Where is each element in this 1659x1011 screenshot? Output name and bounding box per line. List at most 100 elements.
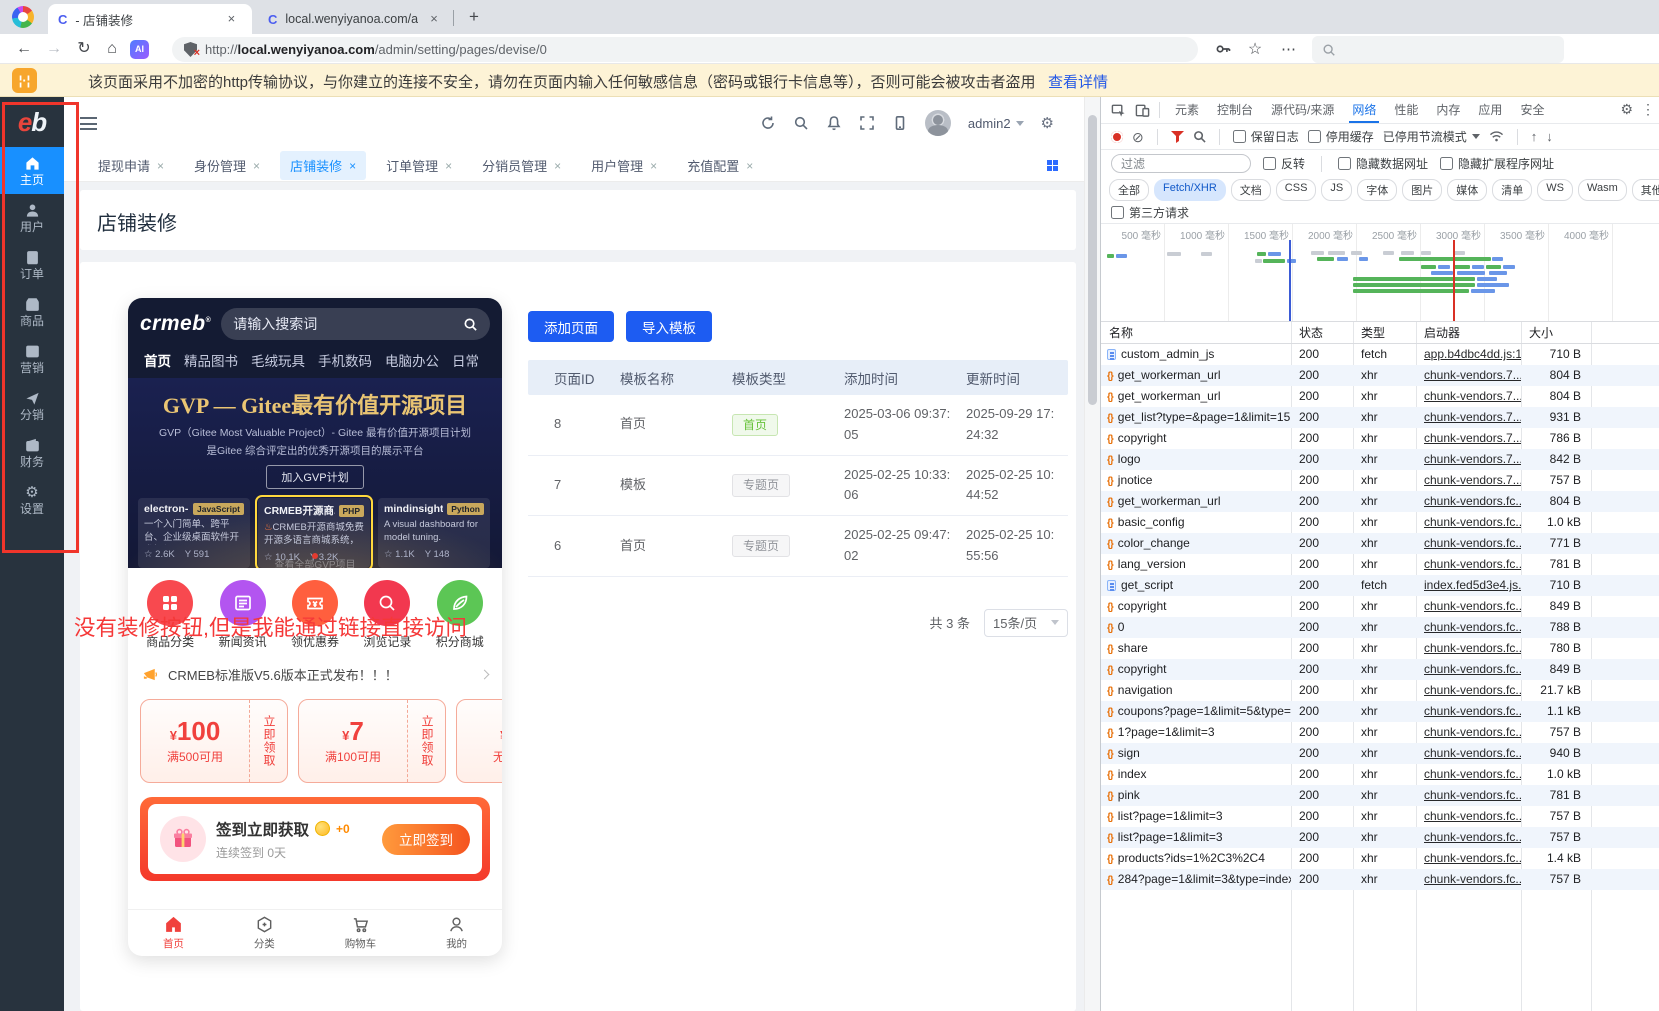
request-initiator[interactable]: chunk-vendors.7...	[1416, 428, 1521, 449]
close-tab-icon[interactable]	[445, 158, 452, 173]
nav-item[interactable]: 手机数码	[318, 350, 372, 370]
network-request-row[interactable]: copyright 200 xhr chunk-vendors.7... 786…	[1101, 428, 1659, 449]
network-request-row[interactable]: basic_config 200 xhr chunk-vendors.fc...…	[1101, 512, 1659, 533]
network-request-row[interactable]: 1?page=1&limit=3 200 xhr chunk-vendors.f…	[1101, 722, 1659, 743]
filter-chip[interactable]: 文档	[1230, 178, 1271, 201]
nav-item[interactable]: 日常	[452, 350, 479, 370]
filter-chip[interactable]: 清单	[1492, 178, 1533, 201]
close-tab-icon[interactable]	[554, 158, 561, 173]
close-tab-icon[interactable]	[253, 158, 260, 173]
network-request-row[interactable]: logo 200 xhr chunk-vendors.7... 842 B	[1101, 449, 1659, 470]
tabbar-home[interactable]: 首页	[163, 915, 184, 951]
nav-item[interactable]: 毛绒玩具	[251, 350, 305, 370]
network-request-row[interactable]: get_list?type=&page=1&limit=15 200 xhr c…	[1101, 407, 1659, 428]
close-tab-icon[interactable]	[349, 158, 356, 173]
filter-chip[interactable]: 字体	[1357, 178, 1398, 201]
more-menu-icon[interactable]: ⋯	[1278, 38, 1300, 60]
insecure-shield-icon[interactable]	[184, 42, 200, 59]
request-initiator[interactable]: chunk-vendors.7...	[1416, 386, 1521, 407]
request-initiator[interactable]: chunk-vendors.fc...	[1416, 869, 1521, 890]
network-request-row[interactable]: get_workerman_url 200 xhr chunk-vendors.…	[1101, 365, 1659, 386]
join-gvp-button[interactable]: 加入GVP计划	[266, 465, 364, 489]
network-request-row[interactable]: list?page=1&limit=3 200 xhr chunk-vendor…	[1101, 827, 1659, 848]
workspace-tab[interactable]: 店铺装修	[280, 150, 367, 180]
devtools-tab[interactable]: 安全	[1511, 97, 1553, 123]
network-request-row[interactable]: list?page=1&limit=3 200 xhr chunk-vendor…	[1101, 806, 1659, 827]
inspect-element-icon[interactable]	[1107, 100, 1129, 120]
request-initiator[interactable]: chunk-vendors.fc...	[1416, 827, 1521, 848]
close-tab-icon[interactable]	[650, 158, 657, 173]
network-request-row[interactable]: products?ids=1%2C3%2C4 200 xhr chunk-ven…	[1101, 848, 1659, 869]
device-toolbar-icon[interactable]	[1131, 100, 1153, 120]
import-template-button[interactable]: 导入模板	[626, 311, 712, 342]
devtools-tab[interactable]: 网络	[1343, 97, 1385, 123]
password-key-icon[interactable]	[1212, 38, 1234, 60]
request-initiator[interactable]: chunk-vendors.fc...	[1416, 743, 1521, 764]
devtools-tab[interactable]: 源代码/来源	[1262, 97, 1343, 123]
nav-item[interactable]: 首页	[144, 350, 171, 370]
request-initiator[interactable]: chunk-vendors.fc...	[1416, 701, 1521, 722]
tab-options-grid-icon[interactable]	[1047, 160, 1058, 171]
search-icon[interactable]	[793, 115, 809, 131]
request-initiator[interactable]: chunk-vendors.fc...	[1416, 617, 1521, 638]
workspace-tab[interactable]: 提现申请	[88, 151, 174, 180]
notice-bar[interactable]: CRMEB标准版V5.6版本正式发布！！！	[128, 656, 502, 691]
workspace-tab[interactable]: 订单管理	[376, 151, 462, 180]
request-initiator[interactable]: index.fed5d3e4.js...	[1416, 575, 1521, 596]
network-request-row[interactable]: jnotice 200 xhr chunk-vendors.7... 757 B	[1101, 470, 1659, 491]
request-initiator[interactable]: chunk-vendors.7...	[1416, 470, 1521, 491]
network-request-row[interactable]: navigation 200 xhr chunk-vendors.fc... 2…	[1101, 680, 1659, 701]
preserve-log-checkbox[interactable]: 保留日志	[1233, 128, 1299, 145]
scrollbar-thumb[interactable]	[1088, 115, 1097, 405]
invert-checkbox[interactable]: 反转	[1263, 155, 1305, 172]
devtools-tab[interactable]: 控制台	[1208, 97, 1262, 123]
close-tab-icon[interactable]	[157, 158, 164, 173]
tabbar-category[interactable]: 分类	[254, 915, 275, 951]
filter-chip[interactable]: Wasm	[1578, 178, 1627, 201]
request-initiator[interactable]: chunk-vendors.fc...	[1416, 554, 1521, 575]
request-initiator[interactable]: chunk-vendors.fc...	[1416, 491, 1521, 512]
table-row[interactable]: 8 首页 首页 2025-03-06 09:37:05 2025-09-29 1…	[528, 395, 1068, 456]
request-initiator[interactable]: chunk-vendors.fc...	[1416, 596, 1521, 617]
forward-icon[interactable]: →	[42, 37, 66, 61]
refresh-icon[interactable]: ↻	[72, 37, 96, 61]
devtools-tab[interactable]: 内存	[1427, 97, 1469, 123]
devtools-menu-icon[interactable]: ⋮	[1641, 101, 1655, 118]
network-request-row[interactable]: lang_version 200 xhr chunk-vendors.fc...…	[1101, 554, 1659, 575]
devtools-tab[interactable]: 应用	[1469, 97, 1511, 123]
request-initiator[interactable]: chunk-vendors.fc...	[1416, 764, 1521, 785]
filter-chip[interactable]: JS	[1321, 178, 1353, 201]
network-request-row[interactable]: share 200 xhr chunk-vendors.fc... 780 B	[1101, 638, 1659, 659]
throttling-select[interactable]: 已停用节流模式	[1383, 128, 1480, 145]
request-initiator[interactable]: chunk-vendors.fc...	[1416, 533, 1521, 554]
network-request-row[interactable]: pink 200 xhr chunk-vendors.fc... 781 B	[1101, 785, 1659, 806]
gvp-banner[interactable]: GVP — Gitee最有价值开源项目 GVP（Gitee Most Valua…	[128, 378, 502, 568]
warning-details-link[interactable]: 查看详情	[1048, 71, 1108, 92]
import-har-icon[interactable]: ↑	[1531, 129, 1538, 144]
request-initiator[interactable]: chunk-vendors.7...	[1416, 449, 1521, 470]
tabbar-cart[interactable]: 购物车	[345, 915, 376, 951]
page-size-select[interactable]: 15条/页	[984, 608, 1068, 637]
ai-extension-icon[interactable]: AI	[130, 40, 149, 59]
network-request-row[interactable]: get_workerman_url 200 xhr chunk-vendors.…	[1101, 386, 1659, 407]
network-request-row[interactable]: color_change 200 xhr chunk-vendors.fc...…	[1101, 533, 1659, 554]
network-request-row[interactable]: get_script 200 fetch index.fed5d3e4.js..…	[1101, 575, 1659, 596]
nav-item[interactable]: 电脑办公	[385, 350, 439, 370]
request-initiator[interactable]: chunk-vendors.fc...	[1416, 785, 1521, 806]
preview-search-bar[interactable]: 请输入搜索词	[221, 308, 490, 340]
filter-funnel-icon[interactable]	[1170, 130, 1184, 143]
claim-coupon-button[interactable]: 立即领取	[249, 700, 287, 782]
filter-chip[interactable]: 媒体	[1447, 178, 1488, 201]
table-row[interactable]: 7 模板 专题页 2025-02-25 10:33:06 2025-02-25 …	[528, 456, 1068, 517]
network-request-row[interactable]: copyright 200 xhr chunk-vendors.fc... 84…	[1101, 659, 1659, 680]
network-request-row[interactable]: coupons?page=1&limit=5&type=... 200 xhr …	[1101, 701, 1659, 722]
table-row[interactable]: 6 首页 专题页 2025-02-25 09:47:02 2025-02-25 …	[528, 516, 1068, 577]
third-party-checkbox[interactable]: 第三方请求	[1111, 204, 1189, 221]
collapse-menu-icon[interactable]	[80, 117, 97, 130]
network-table-header[interactable]: 名称 状态 类型 启动器 大小	[1101, 322, 1659, 344]
network-request-row[interactable]: index 200 xhr chunk-vendors.fc... 1.0 kB	[1101, 764, 1659, 785]
network-request-row[interactable]: sign 200 xhr chunk-vendors.fc... 940 B	[1101, 743, 1659, 764]
request-initiator[interactable]: chunk-vendors.7...	[1416, 365, 1521, 386]
hide-extension-urls-checkbox[interactable]: 隐藏扩展程序网址	[1440, 155, 1554, 172]
fullscreen-icon[interactable]	[859, 115, 875, 131]
